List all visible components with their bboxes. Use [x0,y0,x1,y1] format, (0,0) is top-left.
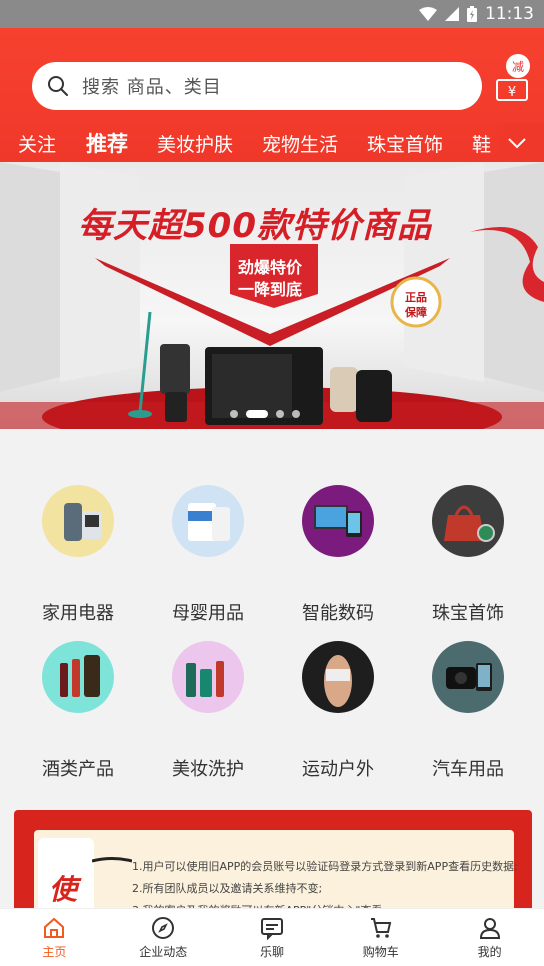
carousel-dot[interactable] [230,410,238,418]
nav-label: 主页 [42,944,67,959]
banner-seal-line2: 保障 [405,306,427,319]
category-wine[interactable]: 酒类产品 [18,641,138,781]
status-bar: 11:13 [0,0,544,28]
battery-icon [467,6,477,22]
notice-line: 1.用户可以使用旧APP的会员账号以验证码登录方式登录到新APP查看历史数据; [132,860,518,873]
coupon-badge: 减 [506,54,530,78]
wifi-icon [419,7,437,21]
carousel-dot[interactable] [292,410,300,418]
clock: 11:13 [485,4,534,24]
cart-icon [370,917,392,938]
nav-cart[interactable]: 购物车 [326,909,435,966]
carousel-dot[interactable] [276,410,284,418]
category-grid: 家用电器 母婴用品 智能数码 珠宝首饰 酒类产品 美妆洗护 运动户外 汽车用品 [0,429,544,799]
wine-icon [42,641,114,713]
category-car-accessories[interactable]: 汽车用品 [408,641,528,781]
fitness-icon [302,641,374,713]
digital-devices-icon [302,485,374,557]
tab-jewelry[interactable]: 珠宝首饰 [367,130,443,157]
category-smart-digital[interactable]: 智能数码 [278,485,398,625]
migration-notice-card[interactable]: 使 1.用户可以使用旧APP的会员账号以验证码登录方式登录到新APP查看历史数据… [14,810,532,920]
jewelry-bag-icon [432,485,504,557]
category-label: 家用电器 [42,603,114,624]
header: 搜索 商品、类目 ¥ 减 关注 推荐 美妆护肤 宠物生活 珠宝首饰 鞋 [0,28,544,163]
category-label: 酒类产品 [42,759,114,780]
baby-formula-icon [172,485,244,557]
nav-company-news[interactable]: 企业动态 [109,909,218,966]
category-label: 美妆洗护 [172,759,244,780]
nav-label: 购物车 [362,944,399,959]
notice-connector [92,857,132,863]
nav-label: 乐聊 [259,944,284,959]
banner-seal-line1: 正品 [405,291,427,304]
nav-chat[interactable]: 乐聊 [218,909,327,966]
search-icon [48,76,68,96]
coupon-symbol: ¥ [508,85,516,100]
category-tabs: 关注 推荐 美妆护肤 宠物生活 珠宝首饰 鞋 [0,123,544,163]
category-cosmetics[interactable]: 美妆洗护 [148,641,268,781]
category-label: 珠宝首饰 [432,603,504,624]
promo-banner[interactable]: 每天超500款特价商品 劲爆特价 一降到底 正品 保障 [0,162,544,429]
chat-icon [260,917,283,940]
category-label: 运动户外 [302,759,374,780]
category-mother-baby[interactable]: 母婴用品 [148,485,268,625]
dashcam-icon [432,641,504,713]
category-jewelry[interactable]: 珠宝首饰 [408,485,528,625]
carousel-dot-active[interactable] [246,410,268,418]
home-icon [44,917,65,938]
tab-pets[interactable]: 宠物生活 [262,130,338,157]
tab-shoes[interactable]: 鞋 [472,130,491,157]
tab-beauty[interactable]: 美妆护肤 [157,130,233,157]
nav-profile[interactable]: 我的 [435,909,544,966]
chevron-down-icon [508,138,526,149]
search-input[interactable]: 搜索 商品、类目 [32,62,482,110]
nav-home[interactable]: 主页 [0,909,109,966]
compass-icon [152,916,175,939]
tab-recommend[interactable]: 推荐 [86,128,128,158]
category-label: 智能数码 [302,603,374,624]
user-icon [479,917,500,939]
notice-line: 2.所有团队成员以及邀请关系维持不变; [132,882,323,895]
category-sports-outdoor[interactable]: 运动户外 [278,641,398,781]
tab-follow[interactable]: 关注 [18,130,56,157]
category-home-appliances[interactable]: 家用电器 [18,485,138,625]
tabs-expand-button[interactable] [490,123,544,163]
signal-icon [445,7,459,21]
notice-side-char: 使 [49,873,78,906]
nav-label: 企业动态 [139,944,188,959]
banner-promo-line1: 劲爆特价 [238,258,303,277]
banner-headline: 每天超500款特价商品 [78,206,432,246]
bottom-nav: 主页 企业动态 乐聊 购物车 我的 [0,908,544,966]
appliance-icon [42,485,114,557]
category-label: 母婴用品 [172,603,244,624]
category-label: 汽车用品 [432,759,504,780]
banner-promo-line2: 一降到底 [238,280,303,299]
nav-label: 我的 [477,944,502,959]
search-placeholder: 搜索 商品、类目 [82,77,222,98]
cosmetics-icon [172,641,244,713]
carousel-indicator [230,410,300,418]
